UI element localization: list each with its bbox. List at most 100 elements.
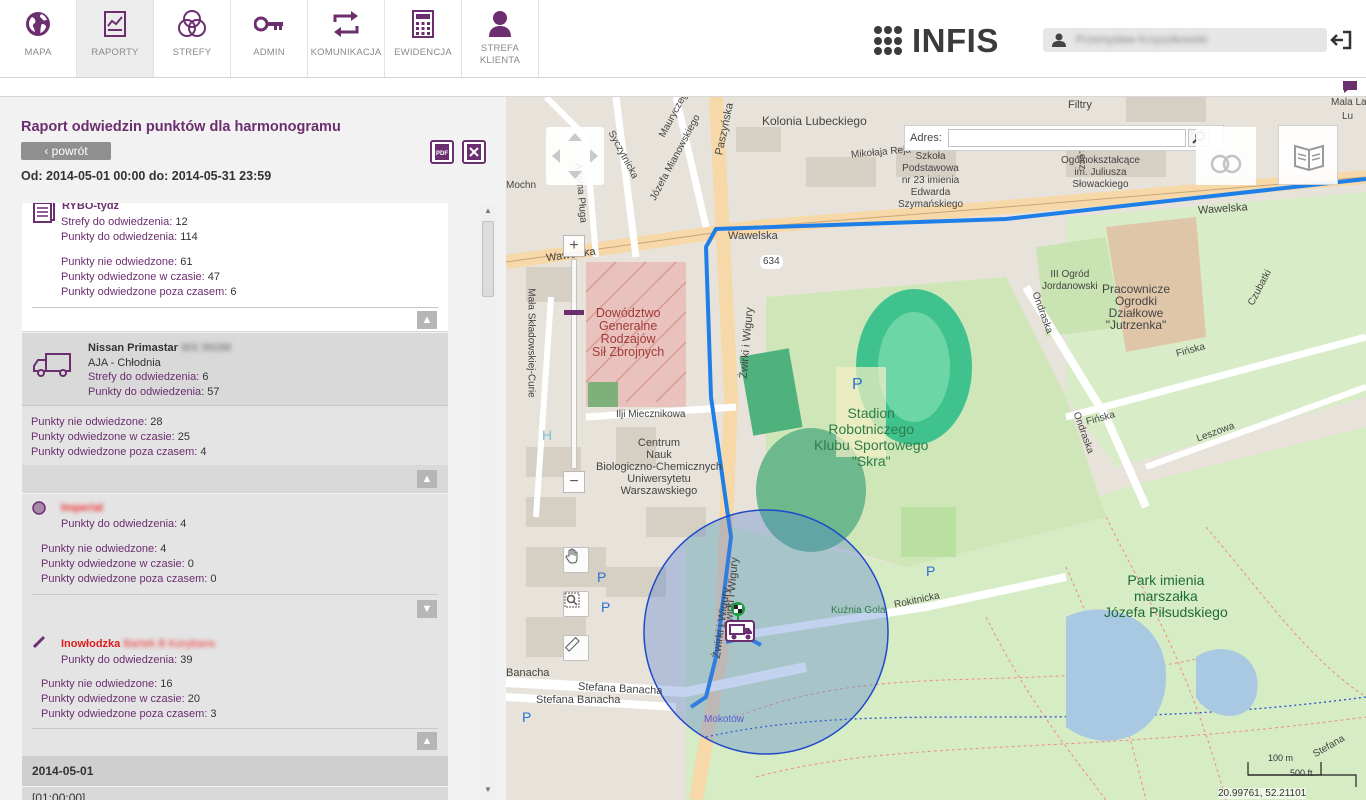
time-row[interactable]: [01:00:00] (22, 787, 448, 800)
report-panel: Raport odwiedzin punktów dla harmonogram… (0, 97, 506, 800)
nav-raporty[interactable]: RAPORTY (77, 0, 154, 77)
truck-icon (33, 353, 71, 377)
zoom-box-button[interactable] (563, 591, 589, 617)
address-input[interactable] (948, 129, 1186, 147)
parking-icon: P (601, 599, 611, 615)
top-bar: MAPA RAPORTY STREFY ADMIN KOMUNIKACJA EW… (0, 0, 1366, 78)
nav-strefa-klienta[interactable]: STREFA KLIENTA (462, 0, 539, 77)
export-pdf-button[interactable]: PDF (430, 140, 454, 164)
punkty-row: Punkty do odwiedzenia: 114 (61, 231, 198, 243)
nav-label: RAPORTY (91, 47, 139, 58)
zone-name-row: Inowłodzka Bartek B Korybans (61, 638, 215, 650)
value: 28 (150, 416, 163, 428)
exchange-arrows-icon (331, 9, 361, 39)
zones-layer-button[interactable] (1196, 127, 1256, 185)
ruler-icon (564, 636, 580, 652)
expand-down-button[interactable]: ▼ (417, 600, 437, 618)
infis-logo: INFIS (874, 22, 999, 60)
nav-ewidencja[interactable]: EWIDENCJA (385, 0, 462, 77)
logout-icon[interactable] (1330, 30, 1352, 50)
nav-komunikacja[interactable]: KOMUNIKACJA (308, 0, 385, 77)
nav-label: STREFY (172, 47, 212, 58)
hand-icon (565, 548, 578, 564)
vehicle-type: AJA - Chłodnia (88, 357, 161, 369)
svg-text:PDF: PDF (436, 151, 448, 157)
date-row[interactable]: 2014-05-01 (22, 756, 448, 786)
hand-tool-button[interactable] (563, 547, 589, 573)
nie-row: Punkty nie odwiedzone: 4 (41, 543, 166, 555)
cursor-coordinates: 20.99761, 52.21101 (1218, 788, 1307, 799)
map-label: Mała Składowskiej-Curie (525, 288, 537, 398)
zoom-out-button[interactable]: − (563, 471, 585, 493)
address-label: Adres: (910, 132, 942, 144)
collapse-up-button[interactable]: ▲ (417, 470, 437, 488)
label: Punkty odwiedzone poza czasem: (41, 708, 208, 720)
map-legend-button[interactable] (1278, 125, 1338, 185)
nav-label: STREFA KLIENTA (479, 43, 521, 66)
user-icon (1052, 33, 1066, 47)
schedule-list-icon (33, 203, 55, 223)
zoom-box-icon (564, 592, 580, 608)
helipad-icon: H (542, 427, 553, 443)
user-box[interactable]: Przemysław Krzysztkowski (1043, 28, 1327, 52)
parking-icon: P (522, 709, 532, 725)
scroll-down-icon[interactable]: ▼ (483, 785, 493, 795)
strefy-row: Strefy do odwiedzenia: 12 (61, 216, 188, 228)
map-label: Dowództwo Generalne Rodzajów Sił Zbrojny… (592, 306, 665, 359)
key-icon (254, 9, 284, 39)
value: 0 (210, 573, 217, 585)
circle-zone-icon (32, 501, 46, 515)
collapse-up-button[interactable]: ▲ (417, 732, 437, 750)
divider (32, 307, 438, 308)
zoom-slider-track[interactable] (564, 259, 584, 469)
zoom-in-button[interactable]: + (563, 235, 585, 257)
wczasie-row: Punkty odwiedzone w czasie: 0 (41, 558, 194, 570)
map-label: Lu (1342, 111, 1354, 122)
map-label: Banacha (506, 667, 550, 679)
value: 6 (202, 371, 209, 383)
vehicle-name: Nissan Primastar WX 5N3M (88, 342, 231, 354)
nie-row: Punkty nie odwiedzone: 28 (31, 416, 163, 428)
map-label: Centrum Nauk Biologiczno-Chemicznych Uni… (596, 437, 722, 497)
map-view[interactable]: Kolonia Lubeckiego Filtry Mala Lang Lu W… (506, 97, 1366, 800)
label: Punkty nie odwiedzone: (31, 416, 148, 428)
scroll-thumb[interactable] (482, 221, 494, 297)
chart-report-icon (100, 9, 130, 39)
map-label: Szkoła Podstawowa nr 23 imienia Edwarda … (898, 151, 964, 210)
label: Punkty nie odwiedzone: (41, 543, 158, 555)
label: Strefy do odwiedzenia: (88, 371, 200, 383)
pan-arrows-icon (552, 133, 598, 179)
road-number-badge: 634 (760, 255, 783, 269)
nav-strefy[interactable]: STREFY (154, 0, 231, 77)
wczasie-row: Punkty odwiedzone w czasie: 47 (61, 271, 220, 283)
measure-button[interactable] (563, 635, 589, 661)
vehicle-truck-icon (725, 602, 755, 642)
pan-control[interactable] (546, 127, 604, 185)
map-label: III Ogród Jordanowski (1042, 269, 1098, 292)
collapse-up-button[interactable]: ▲ (417, 311, 437, 329)
vehicle-card-nissan: Nissan Primastar WX 5N3M AJA - Chłodnia … (22, 333, 448, 405)
calculator-icon (408, 9, 438, 39)
scale-meters: 100 m (1268, 753, 1294, 763)
export-xls-button[interactable] (462, 140, 486, 164)
vehicle-marker[interactable] (724, 601, 756, 645)
back-button[interactable]: ‹ powrót (21, 142, 111, 160)
label: Punkty odwiedzone poza czasem: (31, 446, 198, 458)
zoom-slider-thumb[interactable] (564, 310, 584, 315)
map-label: Łęcz (1076, 148, 1088, 170)
user-icon (485, 9, 515, 39)
nav-mapa[interactable]: MAPA (0, 0, 77, 77)
scroll-up-icon[interactable]: ▲ (483, 206, 493, 216)
value: 3 (210, 708, 217, 720)
nav-label: MAPA (24, 47, 52, 58)
nav-admin[interactable]: ADMIN (231, 0, 308, 77)
zone-card-inowlodzka: Inowłodzka Bartek B Korybans Punkty do o… (22, 624, 448, 757)
map-label: Pracownicze Ogrodki Działkowe "Jutrzenka… (1102, 282, 1171, 332)
list-scrollbar[interactable]: ▲ ▼ (480, 203, 496, 800)
zoom-control: + − (563, 235, 587, 495)
zone-detail: Bartek B Korybans (123, 638, 216, 650)
chat-icon[interactable] (1342, 80, 1358, 94)
map-label: Filtry (1068, 99, 1092, 111)
zone-name: Inowłodzka (61, 638, 121, 650)
schedule-list[interactable]: RYBO-tydz Strefy do odwiedzenia: 12 Punk… (22, 203, 448, 800)
